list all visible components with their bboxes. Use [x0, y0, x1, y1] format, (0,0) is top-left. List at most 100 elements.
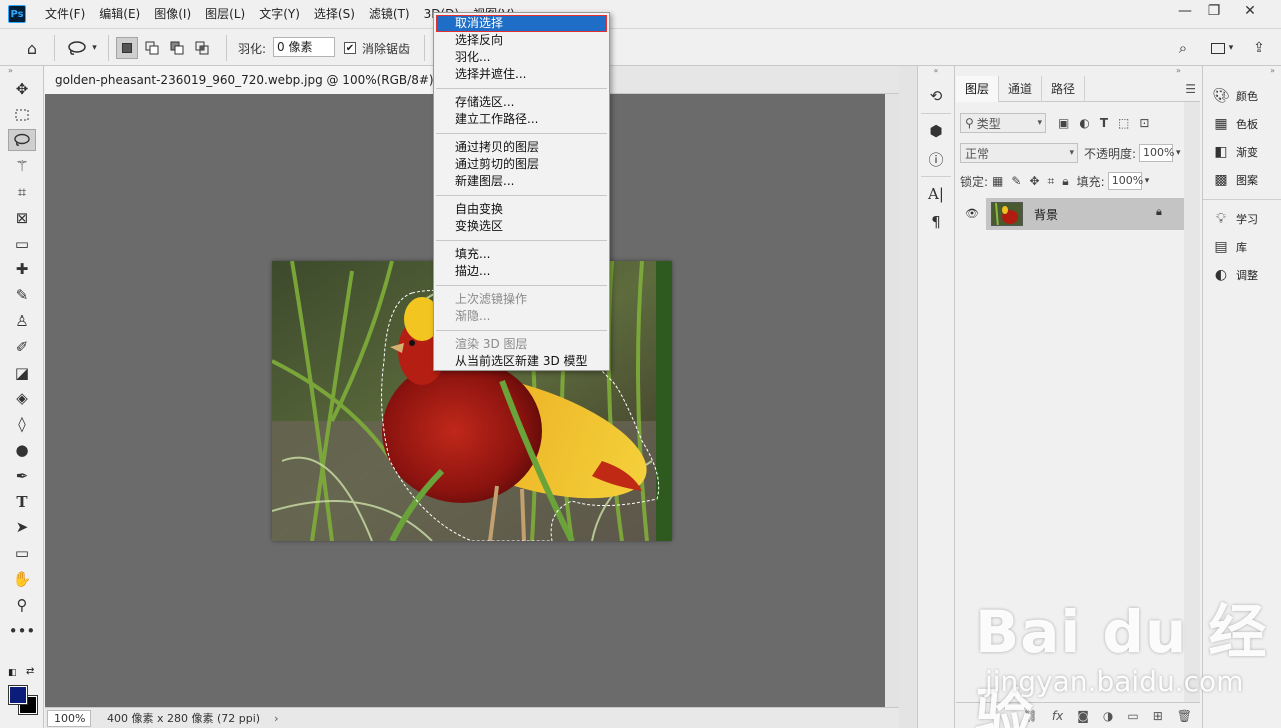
- share-icon[interactable]: ⇪: [1248, 37, 1270, 59]
- default-colors-icon[interactable]: ◧: [8, 668, 17, 678]
- context-menu-item[interactable]: 建立工作路径...: [434, 111, 609, 128]
- lock-all-icon[interactable]: 🔒︎: [1062, 174, 1068, 189]
- clone-stamp-tool[interactable]: ♙: [0, 308, 44, 334]
- context-menu-item[interactable]: 描边...: [434, 263, 609, 280]
- eyedropper-tool[interactable]: ▭: [0, 231, 44, 257]
- menu-item-2[interactable]: 图像(I): [147, 0, 198, 28]
- eye-icon[interactable]: 👁︎: [965, 207, 979, 220]
- filter-shape-icon[interactable]: ⬚: [1118, 116, 1129, 130]
- tab-channels[interactable]: 通道: [999, 76, 1043, 102]
- layer-row[interactable]: 👁︎ 背景 🔒︎: [956, 198, 1184, 230]
- intersect-selection-button[interactable]: [191, 37, 213, 59]
- healing-brush-tool[interactable]: ✚: [0, 257, 44, 283]
- blur-tool[interactable]: ◊: [0, 411, 44, 437]
- tab-layers[interactable]: 图层: [956, 76, 1000, 102]
- panel-item-2[interactable]: ◧ 渐变: [1203, 138, 1281, 166]
- history-brush-tool[interactable]: ✐: [0, 334, 44, 360]
- rectangle-tool[interactable]: ▭: [0, 540, 44, 566]
- menu-item-3[interactable]: 图层(L): [198, 0, 252, 28]
- collapse-icon[interactable]: »: [1203, 66, 1281, 76]
- context-menu-item[interactable]: 填充...: [434, 246, 609, 263]
- character-icon[interactable]: A|: [918, 180, 954, 208]
- lasso-tool[interactable]: [0, 128, 44, 154]
- menu-item-5[interactable]: 选择(S): [307, 0, 362, 28]
- workspace-switcher[interactable]: ▾: [1204, 37, 1240, 59]
- menu-item-4[interactable]: 文字(Y): [252, 0, 307, 28]
- panel-item-6[interactable]: ◐ 调整: [1203, 261, 1281, 289]
- maximize-button[interactable]: ❐: [1199, 0, 1229, 22]
- chevron-right-icon[interactable]: ›: [274, 712, 278, 725]
- menu-item-0[interactable]: 文件(F): [38, 0, 92, 28]
- filter-adjust-icon[interactable]: ◐: [1079, 116, 1089, 130]
- context-menu-item[interactable]: 变换选区: [434, 218, 609, 235]
- lock-transparent-icon[interactable]: ▦: [992, 174, 1003, 188]
- fill-field[interactable]: 100%: [1107, 172, 1143, 190]
- context-menu-item[interactable]: 通过拷贝的图层: [434, 139, 609, 156]
- filter-type-icon[interactable]: T: [1100, 116, 1108, 130]
- filter-pixel-icon[interactable]: ▣: [1058, 116, 1069, 130]
- 3d-cube-icon[interactable]: ⬢: [918, 117, 954, 145]
- context-menu-item[interactable]: 选择并遮住...: [434, 66, 609, 83]
- panel-item-1[interactable]: ▦ 色板: [1203, 110, 1281, 138]
- context-menu-item[interactable]: 存储选区...: [434, 94, 609, 111]
- context-menu-item[interactable]: 取消选择: [436, 15, 607, 32]
- paragraph-icon[interactable]: ¶: [918, 208, 954, 236]
- menu-item-1[interactable]: 编辑(E): [92, 0, 147, 28]
- context-menu-item[interactable]: 从当前选区新建 3D 模型: [434, 353, 609, 370]
- antialias-checkbox[interactable]: ✔ 消除锯齿: [344, 37, 410, 59]
- context-menu-item[interactable]: 新建图层...: [434, 173, 609, 190]
- info-icon[interactable]: ⓘ: [918, 145, 954, 173]
- panel-item-3[interactable]: ▩ 图案: [1203, 166, 1281, 194]
- home-icon[interactable]: ⌂: [18, 37, 46, 59]
- dodge-tool[interactable]: ●: [0, 437, 44, 463]
- marquee-tool[interactable]: [0, 102, 44, 128]
- foreground-color[interactable]: [8, 685, 28, 705]
- magic-wand-tool[interactable]: ⚚: [0, 153, 44, 179]
- crop-tool[interactable]: ⌗: [0, 179, 44, 205]
- vertical-scrollbar[interactable]: [885, 94, 899, 707]
- move-tool[interactable]: ✥: [0, 76, 44, 102]
- eraser-tool[interactable]: ◪: [0, 360, 44, 386]
- lock-position-icon[interactable]: ✥: [1029, 174, 1039, 188]
- search-icon[interactable]: ⌕: [1172, 37, 1194, 59]
- panel-item-5[interactable]: ▤ 库: [1203, 233, 1281, 261]
- collapse-icon[interactable]: »: [1176, 66, 1181, 75]
- blend-mode-select[interactable]: 正常 ▾: [960, 143, 1078, 163]
- pen-tool[interactable]: ✒: [0, 463, 44, 489]
- panel-menu-icon[interactable]: ☰: [1185, 76, 1196, 101]
- new-selection-button[interactable]: [116, 37, 138, 59]
- subtract-from-selection-button[interactable]: [166, 37, 188, 59]
- hand-tool[interactable]: ✋: [0, 566, 44, 592]
- lock-image-icon[interactable]: ✎: [1011, 174, 1021, 188]
- filter-smart-icon[interactable]: ⊡: [1139, 116, 1149, 130]
- feather-input[interactable]: 0 像素: [273, 37, 335, 57]
- more-tools[interactable]: •••: [0, 618, 44, 644]
- brush-tool[interactable]: ✎: [0, 282, 44, 308]
- close-button[interactable]: ✕: [1235, 0, 1265, 22]
- minimize-button[interactable]: —: [1170, 0, 1200, 22]
- zoom-level-field[interactable]: 100%: [47, 709, 91, 727]
- path-selection-tool[interactable]: ➤: [0, 515, 44, 541]
- collapse-icon[interactable]: »: [0, 66, 43, 76]
- lasso-preset-picker[interactable]: ▾: [62, 37, 102, 59]
- collapse-icon[interactable]: «: [918, 66, 954, 76]
- frame-tool[interactable]: ⊠: [0, 205, 44, 231]
- document-tab[interactable]: golden-pheasant-236019_960_720.webp.jpg …: [45, 66, 464, 94]
- history-icon[interactable]: ⟲: [918, 82, 954, 110]
- context-menu-item[interactable]: 自由变换: [434, 201, 609, 218]
- menu-item-6[interactable]: 滤镜(T): [362, 0, 417, 28]
- context-menu-item[interactable]: 羽化...: [434, 49, 609, 66]
- panel-item-0[interactable]: 🎨︎ 颜色: [1203, 82, 1281, 110]
- add-to-selection-button[interactable]: [141, 37, 163, 59]
- paint-bucket-tool[interactable]: ◈: [0, 386, 44, 412]
- lock-artboard-icon[interactable]: ⌗: [1048, 174, 1055, 189]
- filter-kind-select[interactable]: ⚲ 类型 ▾: [960, 113, 1046, 133]
- panel-item-4[interactable]: 💡︎ 学习: [1203, 205, 1281, 233]
- context-menu-item[interactable]: 选择反向: [434, 32, 609, 49]
- zoom-tool[interactable]: ⚲: [0, 592, 44, 618]
- context-menu-item[interactable]: 通过剪切的图层: [434, 156, 609, 173]
- tab-paths[interactable]: 路径: [1042, 76, 1086, 102]
- type-tool[interactable]: T: [0, 489, 44, 515]
- swap-colors-icon[interactable]: ⇄: [26, 666, 34, 677]
- opacity-field[interactable]: 100%: [1139, 144, 1175, 162]
